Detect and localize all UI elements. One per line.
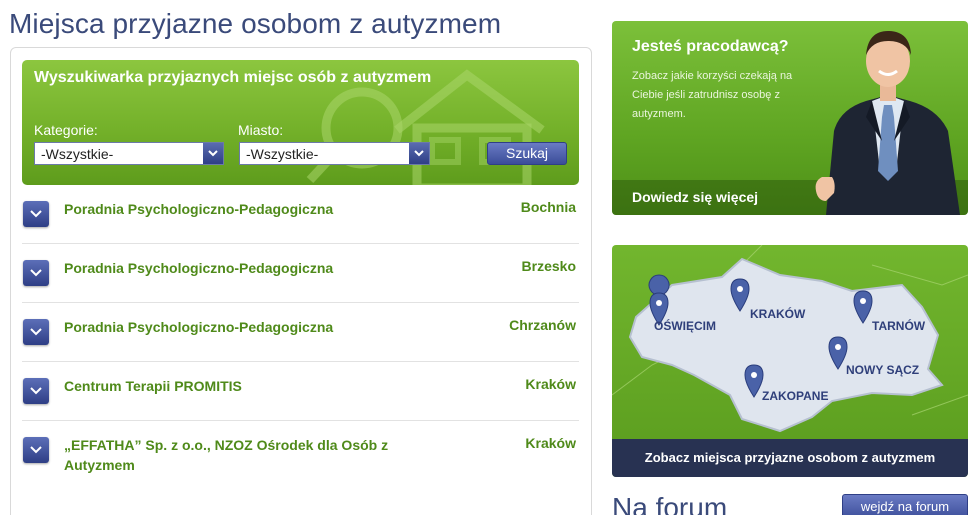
map-city-label[interactable]: TARNÓW bbox=[872, 319, 925, 333]
businessman-image bbox=[815, 31, 960, 215]
chevron-down-icon bbox=[30, 269, 42, 277]
chevron-down-icon bbox=[30, 446, 42, 454]
expand-button[interactable] bbox=[23, 260, 49, 286]
search-title: Wyszukiwarka przyjaznych miejsc osób z a… bbox=[34, 69, 432, 86]
map-city-label[interactable]: ZAKOPANE bbox=[762, 389, 828, 403]
place-name-link[interactable]: „EFFATHA” Sp. z o.o., NZOZ Ośrodek dla O… bbox=[64, 435, 424, 475]
chevron-down-icon bbox=[30, 210, 42, 218]
place-city: Kraków bbox=[525, 435, 576, 451]
chevron-down-icon bbox=[30, 328, 42, 336]
list-item: „EFFATHA” Sp. z o.o., NZOZ Ośrodek dla O… bbox=[22, 421, 579, 491]
employer-title: Jesteś pracodawcą? bbox=[632, 38, 789, 55]
place-name-link[interactable]: Poradnia Psychologiczno-Pedagogiczna bbox=[64, 258, 424, 278]
map-panel[interactable]: OŚWIĘCIM KRAKÓW TARNÓW NOWY SĄCZ ZAKOPAN… bbox=[612, 245, 968, 477]
list-item: Poradnia Psychologiczno-Pedagogiczna Chr… bbox=[22, 303, 579, 362]
expand-button[interactable] bbox=[23, 378, 49, 404]
city-select-value: -Wszystkie- bbox=[246, 146, 319, 162]
place-name-link[interactable]: Poradnia Psychologiczno-Pedagogiczna bbox=[64, 199, 424, 219]
category-select[interactable]: -Wszystkie- bbox=[34, 142, 224, 165]
expand-button[interactable] bbox=[23, 201, 49, 227]
place-city: Brzesko bbox=[521, 258, 576, 274]
map-city-label[interactable]: OŚWIĘCIM bbox=[654, 319, 716, 333]
go-to-forum-button[interactable]: wejdź na forum bbox=[842, 494, 968, 515]
map-city-label[interactable]: KRAKÓW bbox=[750, 307, 805, 321]
chevron-down-icon[interactable] bbox=[409, 143, 429, 164]
employer-promo[interactable]: Jesteś pracodawcą? Zobacz jakie korzyści… bbox=[612, 21, 968, 215]
expand-button[interactable] bbox=[23, 319, 49, 345]
map-city-label[interactable]: NOWY SĄCZ bbox=[846, 363, 919, 377]
search-panel: Wyszukiwarka przyjaznych miejsc osób z a… bbox=[22, 60, 579, 185]
list-item: Centrum Terapii PROMITIS Kraków bbox=[22, 362, 579, 421]
forum-heading: Na forum bbox=[612, 492, 728, 515]
list-item: Poradnia Psychologiczno-Pedagogiczna Brz… bbox=[22, 244, 579, 303]
place-city: Bochnia bbox=[520, 199, 576, 215]
place-name-link[interactable]: Centrum Terapii PROMITIS bbox=[64, 376, 424, 396]
place-name-link[interactable]: Poradnia Psychologiczno-Pedagogiczna bbox=[64, 317, 424, 337]
see-places-link[interactable]: Zobacz miejsca przyjazne osobom z autyzm… bbox=[612, 439, 968, 477]
region-map bbox=[612, 245, 968, 433]
employer-text: Zobacz jakie korzyści czekają na Ciebie … bbox=[632, 70, 793, 120]
category-select-value: -Wszystkie- bbox=[41, 146, 114, 162]
expand-button[interactable] bbox=[23, 437, 49, 463]
place-city: Chrzanów bbox=[509, 317, 576, 333]
city-label: Miasto: bbox=[238, 122, 284, 138]
city-select[interactable]: -Wszystkie- bbox=[239, 142, 430, 165]
chevron-down-icon[interactable] bbox=[203, 143, 223, 164]
list-item: Poradnia Psychologiczno-Pedagogiczna Boc… bbox=[22, 185, 579, 244]
category-label: Kategorie: bbox=[34, 122, 98, 138]
search-button[interactable]: Szukaj bbox=[487, 142, 567, 165]
page-title: Miejsca przyjazne osobom z autyzmem bbox=[9, 8, 502, 39]
chevron-down-icon bbox=[30, 387, 42, 395]
place-city: Kraków bbox=[525, 376, 576, 392]
